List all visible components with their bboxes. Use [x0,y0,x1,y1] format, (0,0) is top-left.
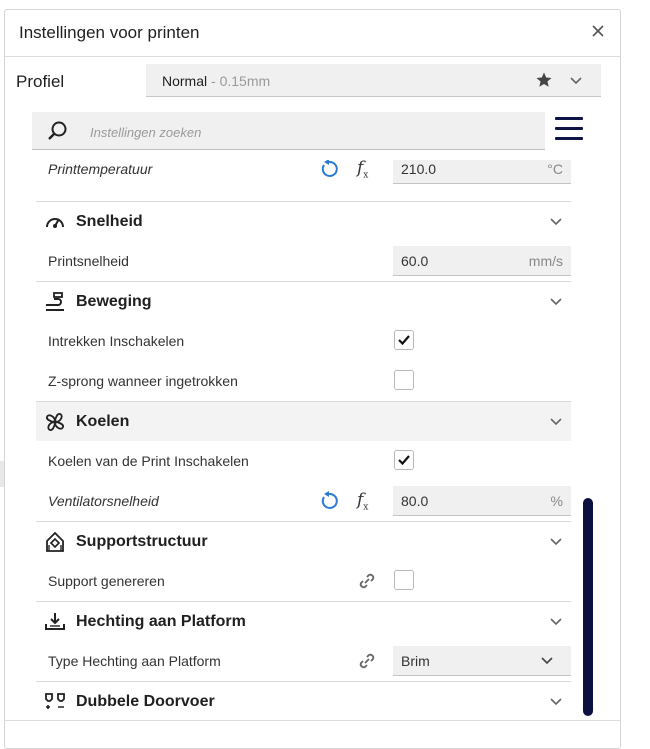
field-value: Brim [401,653,430,669]
chevron-down-icon [570,77,582,85]
category-adhesion[interactable]: Hechting aan Platform [36,601,571,641]
dual-extrusion-icon [45,693,65,709]
profile-layer-height: - 0.15mm [207,73,271,89]
profile-name: Normal [162,73,208,89]
setting-label: Type Hechting aan Platform [48,653,221,669]
link-icon[interactable] [357,571,377,591]
adhesion-icon [45,613,65,630]
chevron-down-icon [550,418,562,426]
category-label: Snelheid [76,213,143,230]
adhesion-type-dropdown[interactable]: Brim [393,646,571,676]
chevron-down-icon [550,538,562,546]
category-travel[interactable]: Beweging [36,281,571,321]
function-icon: fx [357,490,369,513]
settings-search [32,112,545,150]
setting-label: Koelen van de Print Inschakelen [48,453,249,469]
setting-retraction: Intrekken Inschakelen [36,321,571,361]
chevron-down-icon [550,618,562,626]
setting-label: Ventilatorsnelheid [48,493,159,509]
chevron-down-icon [550,698,562,706]
field-unit: °C [547,161,563,177]
category-label: Dubbele Doorvoer [76,693,215,710]
setting-support: Support genereren [36,561,571,601]
support-icon [46,531,64,552]
category-label: Koelen [76,413,130,430]
category-label: Hechting aan Platform [76,613,246,630]
setting-label: Support genereren [48,573,165,589]
panel-footer-divider [4,720,621,721]
reset-icon[interactable] [319,160,339,179]
field-value: 60.0 [401,253,429,269]
fan-speed-field[interactable]: 80.0 % [393,486,571,516]
category-dual-extrusion[interactable]: Dubbele Doorvoer [36,681,571,720]
field-unit: % [550,493,563,509]
field-value: 210.0 [401,161,437,177]
cooling-checkbox[interactable] [394,450,414,470]
setting-print-speed: Printsnelheid 60.0 mm/s [36,241,571,281]
field-value: 80.0 [401,493,429,509]
category-label: Supportstructuur [76,533,208,550]
temperature-field[interactable]: 210.0 °C [393,160,571,184]
fan-icon [45,412,65,432]
setting-label: Intrekken Inschakelen [48,333,185,349]
chevron-down-icon [550,218,562,226]
setting-cooling: Koelen van de Print Inschakelen [36,441,571,481]
setting-adhesion-type: Type Hechting aan Platform Brim [36,641,571,681]
settings-list: Printtemperatuur fx 210.0 °C Snelheid Pr… [36,160,571,720]
field-unit: mm/s [528,253,563,269]
travel-icon [46,292,64,311]
reset-icon[interactable] [319,491,339,511]
link-icon[interactable] [357,651,377,671]
title-bar: Instellingen voor printen [5,10,620,57]
chevron-down-icon [541,657,553,665]
profile-label: Profiel [16,72,65,91]
category-speed[interactable]: Snelheid [36,201,571,241]
setting-z-hop: Z-sprong wanneer ingetrokken [36,361,571,401]
close-icon[interactable] [590,23,606,39]
panel-title: Instellingen voor printen [19,23,200,42]
chevron-down-icon [550,298,562,306]
profile-dropdown[interactable]: Normal - 0.15mm [146,64,601,97]
function-icon: fx [357,160,369,181]
profile-value: Normal - 0.15mm [162,73,270,89]
print-speed-field[interactable]: 60.0 mm/s [393,246,571,276]
setting-fan-speed: Ventilatorsnelheid fx 80.0 % [36,481,571,521]
support-checkbox[interactable] [394,570,414,590]
menu-icon[interactable] [555,117,583,145]
speedometer-icon [46,218,64,228]
retraction-checkbox[interactable] [394,330,414,350]
setting-print-temperature: Printtemperatuur fx 210.0 °C [36,160,571,189]
search-input[interactable] [88,120,532,144]
setting-label: Printtemperatuur [48,161,153,177]
category-label: Beweging [76,293,152,310]
star-icon[interactable] [535,71,553,89]
setting-label: Printsnelheid [48,253,129,269]
scrollbar-thumb[interactable] [583,498,593,716]
category-support[interactable]: Supportstructuur [36,521,571,561]
search-icon [48,121,67,140]
z-hop-checkbox[interactable] [394,370,414,390]
category-cooling[interactable]: Koelen [36,401,571,441]
setting-label: Z-sprong wanneer ingetrokken [48,373,238,389]
